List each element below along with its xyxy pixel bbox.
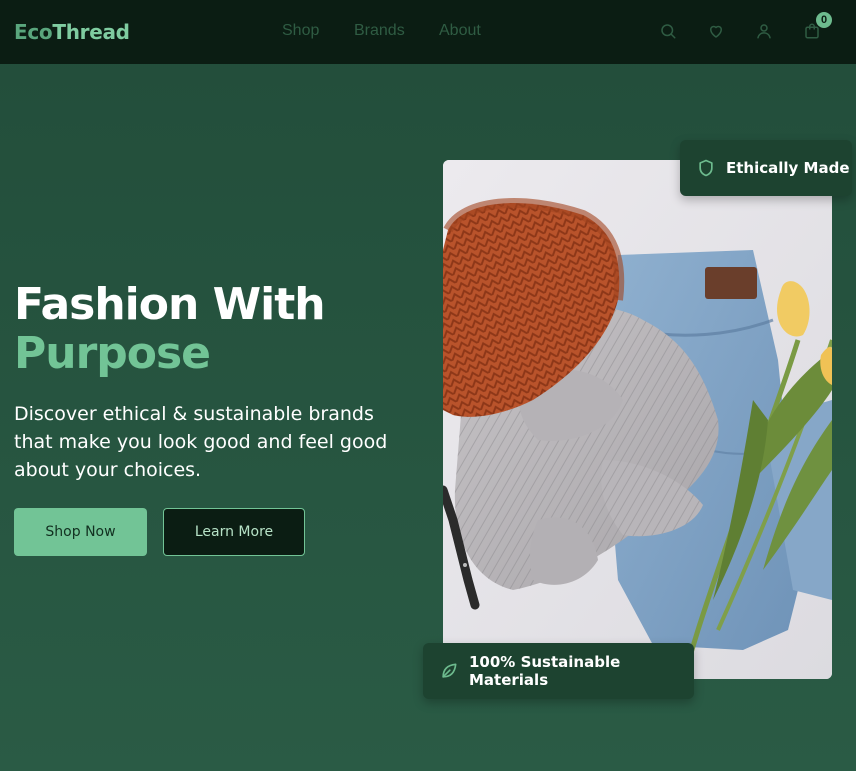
brand-logo[interactable]: EcoThread xyxy=(14,20,130,44)
hero-title-line1: Fashion With xyxy=(14,279,326,330)
ethically-made-badge: Ethically Made xyxy=(680,140,852,196)
shield-icon xyxy=(696,158,716,178)
brand-logo-part1: Eco xyxy=(14,20,53,44)
hero-product-image xyxy=(443,160,832,679)
ethically-made-label: Ethically Made xyxy=(726,159,850,177)
user-icon[interactable] xyxy=(755,22,773,40)
shop-now-button[interactable]: Shop Now xyxy=(14,508,147,556)
brand-logo-part2: Thread xyxy=(52,20,130,44)
nav-link-about[interactable]: About xyxy=(439,22,481,40)
nav-link-brands[interactable]: Brands xyxy=(354,22,405,40)
top-navigation: EcoThread Shop Brands About 0 xyxy=(0,0,856,64)
sustainable-materials-label: 100% Sustainable Materials xyxy=(469,653,621,689)
leaf-icon xyxy=(439,661,459,681)
hero-title: Fashion With Purpose xyxy=(14,279,326,379)
search-icon[interactable] xyxy=(659,22,677,40)
hero-title-line2: Purpose xyxy=(14,328,211,379)
sustainable-materials-badge: 100% Sustainable Materials xyxy=(423,643,694,699)
heart-icon[interactable] xyxy=(707,22,725,40)
hero-description: Discover ethical & sustainable brands th… xyxy=(14,403,388,481)
cart-count-badge: 0 xyxy=(816,12,832,28)
learn-more-button[interactable]: Learn More xyxy=(163,508,305,556)
nav-link-shop[interactable]: Shop xyxy=(282,22,319,40)
